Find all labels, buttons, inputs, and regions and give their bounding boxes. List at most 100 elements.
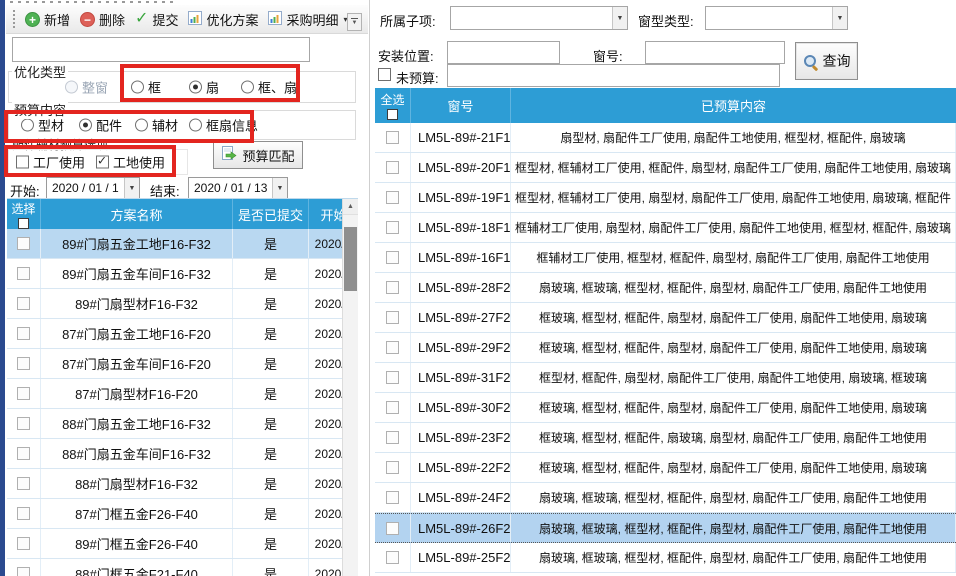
row-checkbox[interactable] [17,567,30,576]
row-checkbox[interactable] [17,237,30,250]
radio-option[interactable]: 配件 [79,116,122,135]
select-all-column-header: 全选 [375,88,411,123]
row-checkbox[interactable] [386,281,399,294]
row-checkbox[interactable] [386,551,399,564]
window-table-row[interactable]: LM5L-89#-31F29 框型材, 框配件, 扇型材, 扇配件工厂使用, 扇… [375,363,956,393]
radio-option[interactable]: 扇 [189,78,219,97]
row-checkbox[interactable] [17,507,30,520]
checkbox-option[interactable]: 工厂使用 [16,153,85,172]
row-checkbox[interactable] [386,251,399,264]
row-checkbox[interactable] [17,537,30,550]
plan-table-row[interactable]: 88#门扇五金工地F16-F32 是 2020/0 [7,409,358,439]
row-checkbox[interactable] [386,191,399,204]
window-table-row[interactable]: LM5L-89#-18F16 框辅材工厂使用, 扇型材, 扇配件工厂使用, 扇配… [375,213,956,243]
window-no-input[interactable] [645,41,785,64]
plan-table-row[interactable]: 89#门扇五金工地F16-F32 是 2020/0 [7,229,358,259]
row-checkbox[interactable] [17,327,30,340]
row-checkbox[interactable] [17,387,30,400]
radio-option[interactable]: 辅材 [135,116,178,135]
sub-item-combo[interactable]: ▼ [450,6,628,30]
radio-icon [21,119,34,132]
window-table-row[interactable]: LM5L-89#-24F22 扇玻璃, 框玻璃, 框型材, 框配件, 扇型材, … [375,483,956,513]
install-position-input[interactable] [447,41,560,64]
window-table-row[interactable]: LM5L-89#-27F25 框玻璃, 框型材, 框配件, 扇型材, 扇配件工厂… [375,303,956,333]
plan-table-row[interactable]: 88#门扇型材F16-F32 是 2020/0 [7,469,358,499]
plan-table-row[interactable]: 89#门框五金F26-F40 是 2020/0 [7,529,358,559]
plan-table-row[interactable]: 87#门扇五金车间F16-F20 是 2020/0 [7,349,358,379]
plan-table-row[interactable]: 88#门框五金F21-F40 是 2020/0 [7,559,358,576]
optimize-plan-button[interactable]: 优化方案 [183,7,263,32]
vertical-scrollbar[interactable]: ▲ [342,199,358,576]
window-table-row[interactable]: LM5L-89#-28F26 扇玻璃, 框玻璃, 框型材, 框配件, 扇型材, … [375,273,956,303]
row-checkbox[interactable] [386,311,399,324]
row-checkbox[interactable] [386,431,399,444]
plan-name-cell: 89#门扇五金车间F16-F32 [41,259,233,288]
row-checkbox[interactable] [386,522,399,535]
row-checkbox[interactable] [386,371,399,384]
row-checkbox[interactable] [386,131,399,144]
row-checkbox[interactable] [17,357,30,370]
chevron-down-icon[interactable]: ▼ [612,7,627,29]
plan-table-row[interactable]: 87#门扇型材F16-F20 是 2020/0 [7,379,358,409]
window-table-row[interactable]: LM5L-89#-23F21 框玻璃, 框型材, 框配件, 扇玻璃, 扇型材, … [375,423,956,453]
radio-option[interactable]: 框扇信息 [189,116,258,135]
toolbar-overflow-button[interactable]: ▼ [347,13,362,31]
budget-match-button[interactable]: 预算匹配 [213,141,303,169]
row-checkbox[interactable] [386,461,399,474]
submit-button[interactable]: ✓ 提交 [130,7,183,32]
radio-option[interactable]: 框 [131,78,161,97]
plan-table-row[interactable]: 87#门扇五金工地F16-F20 是 2020/0 [7,319,358,349]
query-label: 查询 [823,51,851,71]
toolbar-grip[interactable] [13,10,15,28]
date-end-picker[interactable]: 2020 / 01 / 13 ▼ [188,177,288,199]
plan-table-row[interactable]: 88#门扇五金车间F16-F32 是 2020/0 [7,439,358,469]
scrollbar-thumb[interactable] [344,227,357,291]
window-table-row[interactable]: LM5L-89#-21F19 扇型材, 扇配件工厂使用, 扇配件工地使用, 框型… [375,123,956,153]
row-checkbox[interactable] [17,477,30,490]
row-checkbox[interactable] [17,297,30,310]
panel-divider[interactable] [369,0,370,576]
row-checkbox[interactable] [17,417,30,430]
chevron-down-icon[interactable]: ▼ [272,178,287,198]
date-start-picker[interactable]: 2020 / 01 / 1 ▼ [46,177,140,199]
select-all-checkbox[interactable] [387,109,398,120]
window-table-row[interactable]: LM5L-89#-26F24 扇玻璃, 框玻璃, 框型材, 框配件, 扇型材, … [375,513,956,543]
window-table-row[interactable]: LM5L-89#-22F20 框玻璃, 框型材, 框配件, 扇型材, 扇配件工厂… [375,453,956,483]
budgeted-content-cell: 框玻璃, 框型材, 框配件, 扇玻璃, 扇型材, 扇配件工厂使用, 扇配件工地使… [511,423,956,452]
row-checkbox[interactable] [386,161,399,174]
checkbox-label: 工厂使用 [33,153,85,172]
window-table-row[interactable]: LM5L-89#-29F27 框玻璃, 框型材, 框配件, 扇型材, 扇配件工厂… [375,333,956,363]
row-checkbox[interactable] [386,341,399,354]
row-select-cell [7,259,41,288]
row-checkbox[interactable] [386,491,399,504]
checkbox-option[interactable]: 工地使用 [96,153,165,172]
add-button[interactable]: + 新增 [20,7,75,32]
plan-table-row[interactable]: 89#门扇五金车间F16-F32 是 2020/0 [7,259,358,289]
row-checkbox[interactable] [386,401,399,414]
window-type-combo[interactable]: ▼ [705,6,848,30]
plan-table-row[interactable]: 89#门扇型材F16-F32 是 2020/0 [7,289,358,319]
no-budget-checkbox[interactable] [378,68,391,81]
window-table-row[interactable]: LM5L-89#-30F28 框玻璃, 框型材, 框配件, 扇型材, 扇配件工厂… [375,393,956,423]
window-table-row[interactable]: LM5L-89#-16F15 框辅材工厂使用, 框型材, 框配件, 扇型材, 扇… [375,243,956,273]
row-checkbox[interactable] [17,447,30,460]
submitted-cell: 是 [233,439,309,468]
scroll-up-button[interactable]: ▲ [343,199,358,215]
search-input[interactable] [12,37,310,62]
window-table-row[interactable]: LM5L-89#-19F17 框型材, 框辅材工厂使用, 扇型材, 扇配件工厂使… [375,183,956,213]
chevron-down-icon[interactable]: ▼ [124,178,139,198]
chevron-down-icon[interactable]: ▼ [832,7,847,29]
row-checkbox[interactable] [386,221,399,234]
checkbox-label: 工地使用 [113,153,165,172]
no-budget-input[interactable] [447,64,780,87]
plan-table-row[interactable]: 87#门框五金F26-F40 是 2020/0 [7,499,358,529]
query-button[interactable]: 查询 [795,42,858,80]
window-table-row[interactable]: LM5L-89#-20F18 框型材, 框辅材工厂使用, 框配件, 扇型材, 扇… [375,153,956,183]
select-all-checkbox[interactable] [18,218,29,229]
delete-button[interactable]: − 删除 [75,7,130,32]
row-checkbox[interactable] [17,267,30,280]
window-table-row[interactable]: LM5L-89#-25F23 扇玻璃, 框玻璃, 框型材, 框配件, 扇型材, … [375,543,956,573]
check-icon: ✓ [135,12,148,26]
radio-option[interactable]: 框、扇 [241,78,297,97]
purchase-detail-button[interactable]: 采购明细 ▾ [263,7,352,32]
